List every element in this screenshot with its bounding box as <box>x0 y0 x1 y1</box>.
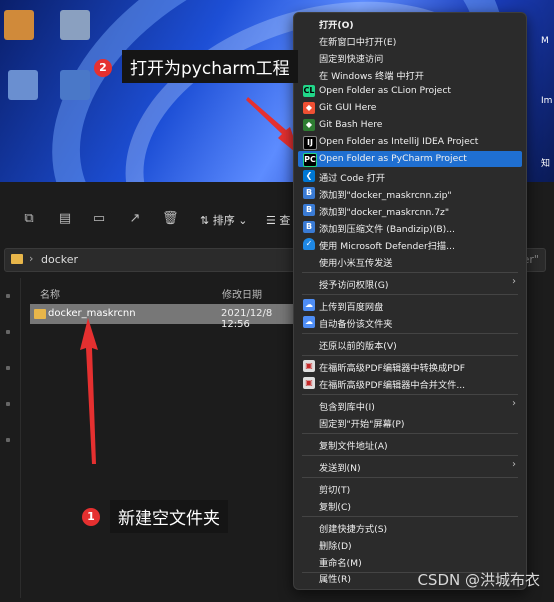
breadcrumb[interactable]: docker <box>41 253 78 266</box>
desktop-icon[interactable] <box>60 10 90 40</box>
watermark: CSDN @洪城布衣 <box>417 571 540 589</box>
menu-item-cut[interactable]: 剪切(T) <box>298 480 522 496</box>
menu-item-delete[interactable]: 删除(D) <box>298 536 522 552</box>
file-name: docker_maskrcnn <box>48 308 136 319</box>
view-button[interactable]: ☰ 查 <box>266 212 290 228</box>
paste-icon[interactable]: ▤ <box>58 212 72 226</box>
menu-item-open-intellij[interactable]: IJ Open Folder as IntelliJ IDEA Project <box>298 134 522 150</box>
desktop-label: M <box>541 36 549 46</box>
menu-item-create-shortcut[interactable]: 创建快捷方式(S) <box>298 519 522 535</box>
menu-item-grant-access[interactable]: 授予访问权限(G) › <box>298 275 522 291</box>
nav-pane-divider <box>20 278 21 598</box>
menu-separator <box>302 516 518 517</box>
context-menu: 打开(O) 在新窗口中打开(E) 固定到快速访问 在 Windows 终端 中打… <box>293 12 527 590</box>
menu-item-send-to[interactable]: 发送到(N) › <box>298 458 522 474</box>
chevron-right-icon: › <box>512 459 516 470</box>
menu-separator <box>302 355 518 356</box>
menu-item-restore-versions[interactable]: 还原以前的版本(V) <box>298 336 522 352</box>
nav-expand-icon[interactable] <box>6 402 10 406</box>
menu-item-copy[interactable]: 复制(C) <box>298 497 522 513</box>
pycharm-icon: PC <box>303 153 317 167</box>
menu-item-baidu-backup[interactable]: ☁ 自动备份该文件夹 <box>298 314 522 330</box>
menu-item-open-vscode[interactable]: ❮ 通过 Code 打开 <box>298 168 522 184</box>
annotation-step1: 新建空文件夹 <box>110 500 228 533</box>
desktop-icon[interactable] <box>8 70 38 100</box>
menu-item-pin-quick-access[interactable]: 固定到快速访问 <box>298 49 522 65</box>
menu-separator <box>302 272 518 273</box>
rename-icon[interactable]: ▭ <box>92 212 106 226</box>
menu-separator <box>302 294 518 295</box>
menu-item-open[interactable]: 打开(O) <box>298 15 522 31</box>
copy-icon[interactable]: ⧉ <box>22 212 36 226</box>
column-header-name[interactable]: 名称 <box>40 286 60 301</box>
menu-item-add-archive[interactable]: B 添加到压缩文件 (Bandizip)(B)... <box>298 219 522 235</box>
foxit-icon: ▣ <box>303 360 315 372</box>
desktop-label: Im <box>541 96 553 106</box>
menu-separator <box>302 394 518 395</box>
menu-item-open-clion[interactable]: CL Open Folder as CLion Project <box>298 83 522 99</box>
desktop-label: 知 <box>541 159 551 169</box>
menu-item-foxit-convert[interactable]: ▣ 在福昕高级PDF编辑器中转换成PDF <box>298 358 522 374</box>
vscode-icon: ❮ <box>303 170 315 182</box>
table-row[interactable]: docker_maskrcnn 2021/12/8 12:56 <box>30 304 300 330</box>
share-icon[interactable]: ↗ <box>128 212 142 226</box>
menu-item-open-pycharm[interactable]: PC Open Folder as PyCharm Project <box>298 151 522 167</box>
annotation-step2: 打开为pycharm工程 <box>122 50 298 83</box>
foxit-icon: ▣ <box>303 377 315 389</box>
menu-item-pin-start[interactable]: 固定到"开始"屏幕(P) <box>298 414 522 430</box>
column-header-date[interactable]: 修改日期 <box>222 286 262 301</box>
delete-icon[interactable]: 🗑 <box>162 212 179 226</box>
intellij-icon: IJ <box>303 136 317 150</box>
menu-item-foxit-merge[interactable]: ▣ 在福昕高级PDF编辑器中合并文件... <box>298 375 522 391</box>
menu-item-git-gui[interactable]: ◆ Git GUI Here <box>298 100 522 116</box>
git-bash-icon: ◆ <box>303 119 315 131</box>
menu-item-include-library[interactable]: 包含到库中(I) › <box>298 397 522 413</box>
menu-item-open-terminal[interactable]: 在 Windows 终端 中打开 <box>298 66 522 82</box>
menu-item-xiaomi-share[interactable]: 使用小米互传发送 <box>298 253 522 269</box>
menu-item-defender-scan[interactable]: ✓ 使用 Microsoft Defender扫描... <box>298 236 522 252</box>
desktop-icon[interactable] <box>60 70 90 100</box>
menu-item-add-7z[interactable]: B 添加到"docker_maskrcnn.7z" <box>298 202 522 218</box>
baidu-icon: ☁ <box>303 299 315 311</box>
step-badge-2: 2 <box>94 59 112 77</box>
folder-icon <box>11 254 23 264</box>
bandizip-icon: B <box>303 187 315 199</box>
menu-item-copy-path[interactable]: 复制文件地址(A) <box>298 436 522 452</box>
menu-item-baidu-upload[interactable]: ☁ 上传到百度网盘 <box>298 297 522 313</box>
defender-icon: ✓ <box>303 238 315 250</box>
folder-icon <box>34 309 46 319</box>
sort-button[interactable]: ⇅ 排序 ⌄ <box>200 212 247 228</box>
desktop-icon[interactable] <box>4 10 34 40</box>
menu-separator <box>302 455 518 456</box>
nav-expand-icon[interactable] <box>6 438 10 442</box>
file-date: 2021/12/8 12:56 <box>221 308 273 330</box>
nav-expand-icon[interactable] <box>6 366 10 370</box>
git-gui-icon: ◆ <box>303 102 315 114</box>
bandizip-icon: B <box>303 204 315 216</box>
menu-item-rename[interactable]: 重命名(M) <box>298 553 522 569</box>
sort-label: 排序 <box>212 214 235 227</box>
chevron-right-icon: › <box>512 276 516 287</box>
clion-icon: CL <box>303 85 315 97</box>
menu-item-git-bash[interactable]: ◆ Git Bash Here <box>298 117 522 133</box>
nav-expand-icon[interactable] <box>6 330 10 334</box>
view-label: 查 <box>279 214 291 227</box>
menu-separator <box>302 433 518 434</box>
chevron-right-icon: › <box>29 252 34 265</box>
baidu-icon: ☁ <box>303 316 315 328</box>
chevron-right-icon: › <box>512 398 516 409</box>
bandizip-icon: B <box>303 221 315 233</box>
menu-item-add-zip[interactable]: B 添加到"docker_maskrcnn.zip" <box>298 185 522 201</box>
menu-separator <box>302 477 518 478</box>
menu-item-open-new-window[interactable]: 在新窗口中打开(E) <box>298 32 522 48</box>
menu-separator <box>302 333 518 334</box>
nav-expand-icon[interactable] <box>6 294 10 298</box>
step-badge-1: 1 <box>82 508 100 526</box>
